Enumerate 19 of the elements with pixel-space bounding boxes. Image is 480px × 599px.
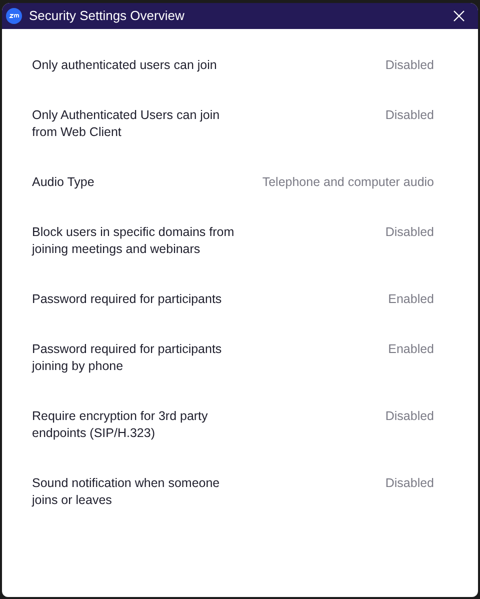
setting-label: Only Authenticated Users can join from Web Client bbox=[32, 107, 221, 141]
setting-value: Disabled bbox=[385, 107, 434, 124]
setting-value: Telephone and computer audio bbox=[262, 174, 434, 191]
setting-label: Block users in specific domains from joining meetings and webinars bbox=[32, 224, 236, 258]
setting-label: Password required for participants joining by phone bbox=[32, 341, 223, 375]
setting-label: Require encryption for 3rd party endpoints (SIP/H.323) bbox=[32, 408, 209, 442]
setting-value: Disabled bbox=[385, 475, 434, 492]
window-title: Security Settings Overview bbox=[29, 7, 184, 26]
setting-label: Audio Type bbox=[32, 174, 96, 191]
close-icon bbox=[453, 10, 465, 22]
setting-label: Password required for participants bbox=[32, 291, 223, 308]
app-logo-icon bbox=[6, 8, 22, 24]
setting-label: Sound notification when someone joins or leaves bbox=[32, 475, 221, 509]
setting-value: Enabled bbox=[388, 341, 434, 358]
setting-value: Disabled bbox=[385, 224, 434, 241]
setting-value: Disabled bbox=[385, 57, 434, 74]
setting-value: Disabled bbox=[385, 408, 434, 425]
setting-label: Only authenticated users can join bbox=[32, 57, 218, 74]
setting-value: Enabled bbox=[388, 291, 434, 308]
